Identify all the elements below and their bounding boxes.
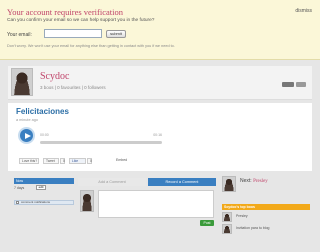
email-field[interactable] xyxy=(44,29,102,38)
comment-box: Add a Comment Record a Comment Post xyxy=(78,176,218,234)
progress-track[interactable] xyxy=(40,141,162,144)
days-label: 7 days xyxy=(14,186,25,190)
post-button[interactable]: Post xyxy=(200,220,214,226)
audio-player: 00:00 00:16 xyxy=(18,125,162,147)
now-tab[interactable]: Now xyxy=(14,178,74,184)
lower-section: Now 7 days edit comment notifications Ad… xyxy=(8,174,312,252)
next-avatar[interactable] xyxy=(222,176,236,192)
profile-stats: 3 boos | 0 favourites | 0 followers xyxy=(40,85,106,90)
tweet-button[interactable]: Tweet xyxy=(43,158,59,164)
time-end: 00:16 xyxy=(153,133,162,137)
tweet-count: 0 xyxy=(60,158,65,164)
right-sidebar: Next: Presley Scydoc's top boos Presley … xyxy=(222,174,310,252)
submit-button[interactable]: submit xyxy=(106,30,126,38)
verification-banner: Your account requires verification dismi… xyxy=(0,0,320,60)
profile-name[interactable]: Scydoc xyxy=(40,71,69,82)
list-item[interactable]: Presley xyxy=(222,212,310,222)
time-start: 00:00 xyxy=(40,133,49,137)
dismiss-link[interactable]: dismiss xyxy=(295,8,312,14)
commenter-avatar xyxy=(80,190,94,212)
next-name[interactable]: Presley xyxy=(253,179,268,184)
play-icon[interactable] xyxy=(18,127,35,144)
like-button[interactable]: Like xyxy=(69,158,86,164)
item-label: Presley xyxy=(236,214,248,218)
post-card: Felicitaciones a minute ago 00:00 00:16 … xyxy=(8,103,312,171)
item-avatar xyxy=(222,224,232,234)
love-button[interactable]: Love this? xyxy=(19,158,39,164)
tab-record-comment[interactable]: Record a Comment xyxy=(148,178,216,186)
item-label: Invitation para tu blog xyxy=(236,226,270,230)
post-date: a minute ago xyxy=(16,118,38,122)
profile-avatar[interactable] xyxy=(11,68,33,96)
verification-title: Your account requires verification xyxy=(7,7,123,17)
like-count: 0 xyxy=(87,158,92,164)
edit-button[interactable]: edit xyxy=(36,185,46,190)
email-label: Your email: xyxy=(7,32,32,38)
item-avatar xyxy=(222,212,232,222)
next-label: Next: Presley xyxy=(240,178,268,184)
top-boos-header: Scydoc's top boos xyxy=(222,204,310,210)
embed-link[interactable]: Embed xyxy=(116,158,127,162)
next-prefix: Next: xyxy=(240,178,252,184)
checkbox-icon[interactable] xyxy=(16,201,19,204)
comment-notifications-toggle[interactable]: comment notifications xyxy=(14,200,74,205)
verification-note: Don't worry. We won't use your email for… xyxy=(7,44,175,48)
verification-subtitle: Can you confirm your email so we can hel… xyxy=(7,18,155,23)
follow-button[interactable] xyxy=(282,82,294,87)
tab-add-comment[interactable]: Add a Comment xyxy=(78,178,146,186)
post-title[interactable]: Felicitaciones xyxy=(16,107,69,116)
list-item[interactable]: Invitation para tu blog xyxy=(222,224,310,234)
comment-textarea[interactable] xyxy=(98,190,214,218)
profile-menu-button[interactable] xyxy=(296,82,306,87)
notifications-label: comment notifications xyxy=(21,200,51,204)
profile-header: Scydoc 3 boos | 0 favourites | 0 followe… xyxy=(8,66,312,100)
